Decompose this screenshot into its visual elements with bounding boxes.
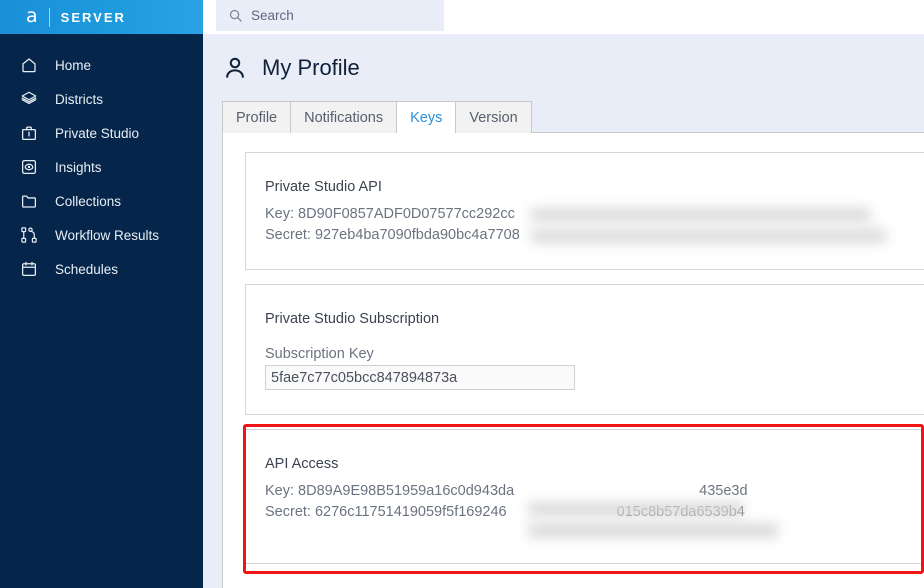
tab-label: Profile: [236, 109, 278, 126]
brand-divider: [48, 7, 50, 27]
tab-label: Notifications: [304, 109, 384, 126]
sidebar-nav: Home Districts Private Studio Insights C…: [0, 34, 203, 286]
api-secret-label: Secret:: [265, 227, 311, 243]
api-access-secret-label: Secret:: [265, 504, 311, 520]
api-key-line: Key: 8D90F0857ADF0D07577cc292cc: [265, 204, 924, 225]
folder-icon: [19, 191, 39, 211]
tab-keys[interactable]: Keys: [396, 101, 457, 133]
calendar-icon: [19, 259, 39, 279]
card-title: Private Studio API: [265, 179, 382, 195]
sidebar-item-schedules[interactable]: Schedules: [0, 252, 203, 286]
workflow-nodes-icon: [19, 225, 39, 245]
card-title: API Access: [265, 456, 339, 472]
tab-content-panel: Private Studio API Key: 8D90F0857ADF0D07…: [222, 132, 924, 588]
insights-eye-icon: [19, 157, 39, 177]
sidebar-item-workflow-results[interactable]: Workflow Results: [0, 218, 203, 252]
page-header: My Profile: [203, 34, 924, 101]
search-input[interactable]: Search: [216, 0, 444, 31]
card-title: Private Studio Subscription: [265, 311, 440, 327]
briefcase-icon: [19, 123, 39, 143]
layers-icon: [19, 89, 39, 109]
tab-notifications[interactable]: Notifications: [290, 101, 398, 133]
brand-mark: a: [26, 4, 38, 27]
person-icon: [222, 55, 248, 81]
sidebar-item-insights[interactable]: Insights: [0, 150, 203, 184]
api-access-secret-line: Secret: 6276c11751419059f5f169246 015c8b5…: [265, 502, 924, 523]
api-key-label: Key:: [265, 206, 295, 222]
sidebar-item-label: Home: [55, 57, 92, 73]
sidebar-item-label: Districts: [55, 91, 103, 107]
card-private-studio-api: Private Studio API Key: 8D90F0857ADF0D07…: [245, 152, 924, 270]
sidebar-item-label: Insights: [55, 159, 102, 175]
card-private-studio-subscription: Private Studio Subscription Subscription…: [245, 284, 924, 415]
sidebar-item-collections[interactable]: Collections: [0, 184, 203, 218]
tab-profile[interactable]: Profile: [222, 101, 292, 133]
sidebar-item-label: Private Studio: [55, 125, 140, 141]
api-access-key-tail: 435e3d: [699, 483, 748, 499]
sidebar-item-label: Workflow Results: [55, 227, 160, 243]
api-access-key-value: 8D89A9E98B51959a16c0d943da: [298, 483, 515, 499]
api-access-key-label: Key:: [265, 483, 295, 499]
home-icon: [19, 55, 39, 75]
api-key-value: 8D90F0857ADF0D07577cc292cc: [298, 206, 515, 222]
top-bar: Search: [203, 0, 924, 34]
redaction-blur-access-secret: [528, 523, 778, 538]
sidebar-item-label: Schedules: [55, 261, 119, 277]
page-title: My Profile: [262, 54, 360, 80]
sidebar-item-districts[interactable]: Districts: [0, 82, 203, 116]
tab-label: Keys: [410, 109, 443, 126]
subscription-key-input[interactable]: [265, 365, 575, 390]
tab-label: Version: [469, 109, 518, 126]
sidebar-item-home[interactable]: Home: [0, 48, 203, 82]
api-access-secret-value: 6276c11751419059f5f169246: [314, 504, 507, 520]
api-secret-line: Secret: 927eb4ba7090fbda90bc4a7708: [265, 225, 924, 246]
api-secret-value: 927eb4ba7090fbda90bc4a7708: [314, 227, 520, 243]
card-api-access: API Access Key: 8D89A9E98B51959a16c0d943…: [245, 429, 924, 564]
tab-bar: Profile Notifications Keys Version: [222, 101, 532, 133]
api-access-secret-tail: 015c8b57da6539b4: [616, 504, 745, 520]
search-placeholder: Search: [251, 8, 294, 23]
sidebar-item-label: Collections: [55, 193, 122, 209]
sidebar: a SERVER Home Districts Private Studio I…: [0, 0, 203, 588]
application-window: a SERVER Home Districts Private Studio I…: [0, 0, 924, 588]
brand-logo-bar[interactable]: a SERVER: [0, 0, 203, 34]
sidebar-item-private-studio[interactable]: Private Studio: [0, 116, 203, 150]
api-access-key-line: Key: 8D89A9E98B51959a16c0d943da 435e3d: [265, 481, 924, 502]
brand-name: SERVER: [60, 9, 126, 25]
search-icon: [228, 8, 243, 23]
tab-version[interactable]: Version: [455, 101, 532, 133]
subscription-key-label: Subscription Key: [265, 346, 374, 362]
